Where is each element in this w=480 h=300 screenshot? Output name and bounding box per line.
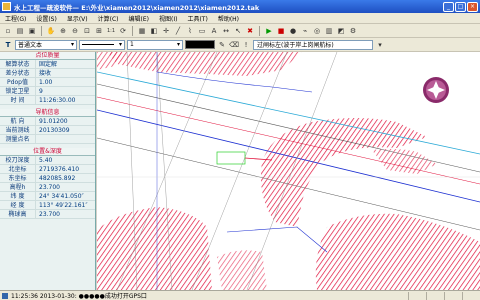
channel-line	[226, 226, 328, 253]
zoom-one-icon[interactable]: 1:1	[106, 26, 116, 36]
menu-view[interactable]: 视图(I)	[154, 14, 182, 23]
list-item: 差分状态 接收	[0, 69, 95, 78]
sounding-area	[260, 118, 427, 227]
list-item: 时 间 11:26:30.00	[0, 96, 95, 105]
main-toolbar: ▫ ▤ ▣ ✋ ⊕ ⊖ ⊡ ⊞ 1:1 ⟳ ▦ ◧ ✛ ╱ ⌇ ▭ A ↔ ↖ …	[0, 24, 480, 38]
track-icon[interactable]: ⌁	[300, 26, 310, 36]
grid-icon[interactable]: ▦	[137, 26, 147, 36]
line-icon[interactable]: ╱	[173, 26, 183, 36]
chart-icon[interactable]: ▥	[324, 26, 334, 36]
hand-pan-icon[interactable]: ✋	[46, 26, 56, 36]
brush-icon[interactable]: ⌫	[229, 40, 239, 50]
list-item: 纬 度 24° 34′41.050″	[0, 192, 95, 201]
note-icon[interactable]: !	[241, 40, 251, 50]
menu-bar: 工程(G) 设置(S) 显示(V) 计算(C) 编辑(E) 视图(I) 工具(T…	[0, 13, 480, 24]
map-canvas[interactable]	[97, 52, 480, 290]
sounding-area	[315, 213, 480, 290]
chevron-down-icon: ▾	[70, 41, 74, 48]
menu-settings[interactable]: 设置(S)	[31, 14, 62, 23]
open-folder-icon[interactable]: ▤	[15, 26, 25, 36]
point-icon[interactable]: ✛	[161, 26, 171, 36]
text-icon[interactable]: A	[209, 26, 219, 36]
target-icon[interactable]: ◎	[312, 26, 322, 36]
text-style-value: 普通文本	[18, 42, 43, 49]
save-icon[interactable]: ▣	[27, 26, 37, 36]
maximize-button[interactable]: □	[455, 1, 466, 12]
record-icon[interactable]: ●	[288, 26, 298, 36]
hint-field[interactable]: 过闸标左(波于岸上岗闸航标)	[253, 39, 373, 50]
zoom-window-icon[interactable]: ⊡	[82, 26, 92, 36]
dropdown-icon[interactable]: ▾	[375, 40, 385, 50]
section-title-navigation: 导航信息	[0, 109, 95, 117]
settings-icon[interactable]: ⚙	[348, 26, 358, 36]
line-width-select[interactable]: 1 ▾	[127, 39, 183, 50]
menu-tools[interactable]: 工具(T)	[182, 14, 212, 23]
list-item: 东坐标 482085.892	[0, 174, 95, 183]
status-icon	[2, 292, 8, 299]
line-style-select[interactable]: ▾	[79, 39, 125, 50]
menu-project[interactable]: 工程(G)	[0, 14, 31, 23]
chevron-down-icon: ▾	[176, 41, 180, 48]
window-title: 水上工程—疏浚软件— E:\外业\xiamen2012\xiamen2012\x…	[14, 3, 260, 12]
new-file-icon[interactable]: ▫	[3, 26, 13, 36]
list-item: 椭球高 23.700	[0, 210, 95, 219]
zoom-in-icon[interactable]: ⊕	[58, 26, 68, 36]
zoom-out-icon[interactable]: ⊖	[70, 26, 80, 36]
sounding-area	[97, 207, 212, 290]
menu-help[interactable]: 帮助(H)	[213, 14, 244, 23]
minimize-button[interactable]: _	[443, 1, 454, 12]
stop-icon[interactable]: ■	[276, 26, 286, 36]
line-width-value: 1	[130, 41, 134, 48]
section-title-position: 位置&深度	[0, 148, 95, 156]
text-style-select[interactable]: 普通文本 ▾	[15, 39, 77, 50]
font-icon[interactable]: T	[3, 40, 13, 50]
close-button[interactable]: ×	[467, 1, 478, 12]
measure-icon[interactable]: ↔	[221, 26, 231, 36]
chevron-down-icon: ▾	[118, 41, 122, 48]
polyline-icon[interactable]: ⌇	[185, 26, 195, 36]
hint-text: 过闸标左(波于岸上岗闸航标)	[257, 42, 334, 49]
menu-display[interactable]: 显示(V)	[62, 14, 93, 23]
status-text: 11:25:36 2013-01-30: ●●●●●成功打开GPS口	[11, 293, 147, 300]
green-marker	[216, 151, 246, 165]
app-icon	[2, 2, 11, 11]
status-bar: 11:25:36 2013-01-30: ●●●●●成功打开GPS口	[0, 290, 480, 300]
zoom-all-icon[interactable]: ⊞	[94, 26, 104, 36]
sounding-area	[107, 52, 302, 76]
list-item: Pdop值 1.00	[0, 78, 95, 87]
sounding-area	[217, 250, 267, 290]
format-toolbar: T 普通文本 ▾ ▾ 1 ▾ ✎ ⌫ ! 过闸标左(波于岸上岗闸航标) ▾	[0, 38, 480, 52]
list-item: 测量点名	[0, 135, 95, 144]
list-item: 航 向 91.01200	[0, 117, 95, 126]
map-drawing	[97, 52, 480, 290]
delete-icon[interactable]: ✖	[245, 26, 255, 36]
list-item: 高程h 23.700	[0, 183, 95, 192]
pen-icon[interactable]: ✎	[217, 40, 227, 50]
select-icon[interactable]: ↖	[233, 26, 243, 36]
list-item: 解算状态 固定解	[0, 60, 95, 69]
list-item: 经 度 113° 49′22.161″	[0, 201, 95, 210]
section-title-quality: 点位质量	[0, 52, 95, 60]
play-icon[interactable]: ▶	[264, 26, 274, 36]
area-icon[interactable]: ▭	[197, 26, 207, 36]
refresh-icon[interactable]: ⟳	[118, 26, 128, 36]
list-item: 当前测线 20130309	[0, 126, 95, 135]
profile-icon[interactable]: ◩	[336, 26, 346, 36]
navigation-compass-icon	[423, 77, 449, 103]
list-item: 北坐标 2719376.410	[0, 165, 95, 174]
list-item: 锁定卫星 9	[0, 87, 95, 96]
menu-calculate[interactable]: 计算(C)	[93, 14, 124, 23]
color-picker[interactable]	[185, 40, 215, 49]
title-bar: 水上工程—疏浚软件— E:\外业\xiamen2012\xiamen2012\x…	[0, 0, 480, 13]
info-panel: 点位质量 解算状态 固定解 差分状态 接收 Pdop值 1.00 锁定卫星 9 时 间1…	[0, 52, 96, 290]
list-item: 校刀深度 5.40	[0, 156, 95, 165]
menu-edit[interactable]: 编辑(E)	[124, 14, 154, 23]
layer-icon[interactable]: ◧	[149, 26, 159, 36]
